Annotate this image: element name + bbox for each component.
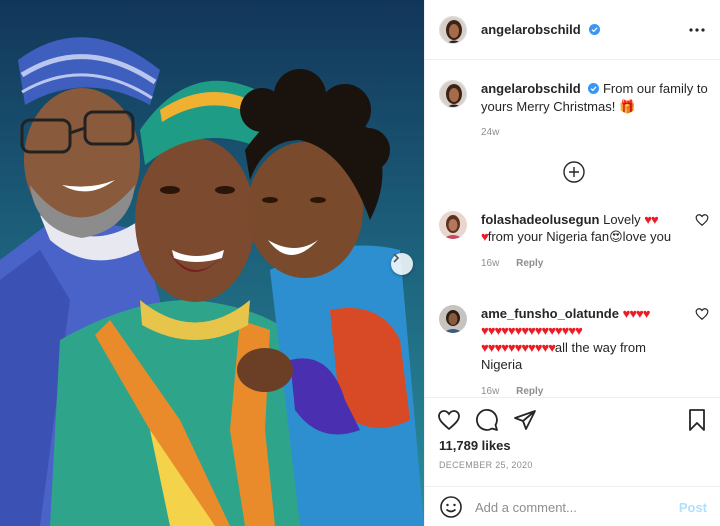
load-more-icon[interactable] xyxy=(562,160,586,184)
caption-username[interactable]: angelarobschild xyxy=(481,81,581,96)
comment-text: Lovely xyxy=(603,212,641,227)
share-icon[interactable] xyxy=(513,408,537,432)
chevron-right-icon xyxy=(393,253,400,263)
post-header: angelarobschild xyxy=(425,0,720,60)
avatar[interactable] xyxy=(439,15,467,44)
comment-avatar[interactable] xyxy=(439,305,467,333)
header-username[interactable]: angelarobschild xyxy=(481,22,581,37)
comment-text: from your Nigeria fan xyxy=(487,229,610,244)
emoji-icon[interactable] xyxy=(439,495,463,519)
heart-icon[interactable] xyxy=(437,408,461,432)
avatar-image xyxy=(439,305,467,333)
comment-timestamp[interactable]: 16w xyxy=(481,258,499,269)
post-caption: angelarobschild From our family to yours… xyxy=(439,80,709,142)
add-comment-bar: Post xyxy=(425,486,720,526)
more-options-icon xyxy=(689,28,705,32)
comment-item: folashadeolusegun Lovely ♥♥ ♥from your N… xyxy=(439,211,709,272)
bookmark-icon[interactable] xyxy=(685,408,709,432)
reply-button[interactable]: Reply xyxy=(516,386,543,397)
comment-body: folashadeolusegun Lovely ♥♥ ♥from your N… xyxy=(481,211,686,272)
avatar-image xyxy=(440,16,466,43)
heart-eyes-emoji: 😍 xyxy=(609,229,623,244)
hearts-emoji: ♥♥♥♥♥♥♥♥♥♥♥♥♥♥♥ xyxy=(481,323,583,338)
hearts-emoji: ♥♥ xyxy=(644,212,658,227)
post-details-panel: angelarobschild angelarobschild From our… xyxy=(424,0,720,526)
more-options-button[interactable] xyxy=(685,18,709,42)
comment-username[interactable]: ame_funsho_olatunde xyxy=(481,306,619,321)
comment-icon[interactable] xyxy=(475,408,499,432)
comment-meta: 16w Reply xyxy=(481,255,686,272)
comment-avatar[interactable] xyxy=(439,211,467,239)
comment-timestamp[interactable]: 16w xyxy=(481,386,499,397)
action-icons xyxy=(437,408,537,432)
avatar-image xyxy=(439,211,467,239)
likes-count[interactable]: 11,789 likes xyxy=(439,438,511,453)
caption-timestamp[interactable]: 24w xyxy=(481,124,709,142)
heart-icon[interactable] xyxy=(695,307,709,321)
post-date: DECEMBER 25, 2020 xyxy=(439,460,533,470)
verified-icon xyxy=(589,23,601,35)
hearts-emoji: ♥ xyxy=(481,229,489,244)
heart-icon[interactable] xyxy=(695,213,709,227)
avatar-image xyxy=(440,81,466,107)
hearts-emoji: ♥♥♥♥♥♥♥♥♥♥♥ xyxy=(481,340,556,355)
next-photo-button[interactable] xyxy=(391,253,413,275)
gift-emoji: 🎁 xyxy=(618,99,636,114)
post-photo[interactable] xyxy=(0,0,424,526)
comment-username[interactable]: folashadeolusegun xyxy=(481,212,599,227)
comment-input[interactable] xyxy=(475,499,665,515)
verified-icon xyxy=(588,83,600,94)
post-actions: 11,789 likes DECEMBER 25, 2020 Post xyxy=(425,397,720,526)
comment-text: love you xyxy=(622,229,672,244)
comment-item: ame_funsho_olatunde ♥♥♥♥ ♥♥♥♥♥♥♥♥♥♥♥♥♥♥♥… xyxy=(439,305,709,400)
family-photo-illustration xyxy=(0,37,424,526)
caption-text-block: angelarobschild From our family to yours… xyxy=(481,80,709,142)
hearts-emoji: ♥♥♥♥ xyxy=(622,306,651,321)
reply-button[interactable]: Reply xyxy=(516,258,543,269)
caption-avatar[interactable] xyxy=(439,80,467,108)
header-username-group: angelarobschild xyxy=(481,21,601,39)
comment-body: ame_funsho_olatunde ♥♥♥♥ ♥♥♥♥♥♥♥♥♥♥♥♥♥♥♥… xyxy=(481,305,686,400)
post-comment-button[interactable]: Post xyxy=(679,500,707,515)
